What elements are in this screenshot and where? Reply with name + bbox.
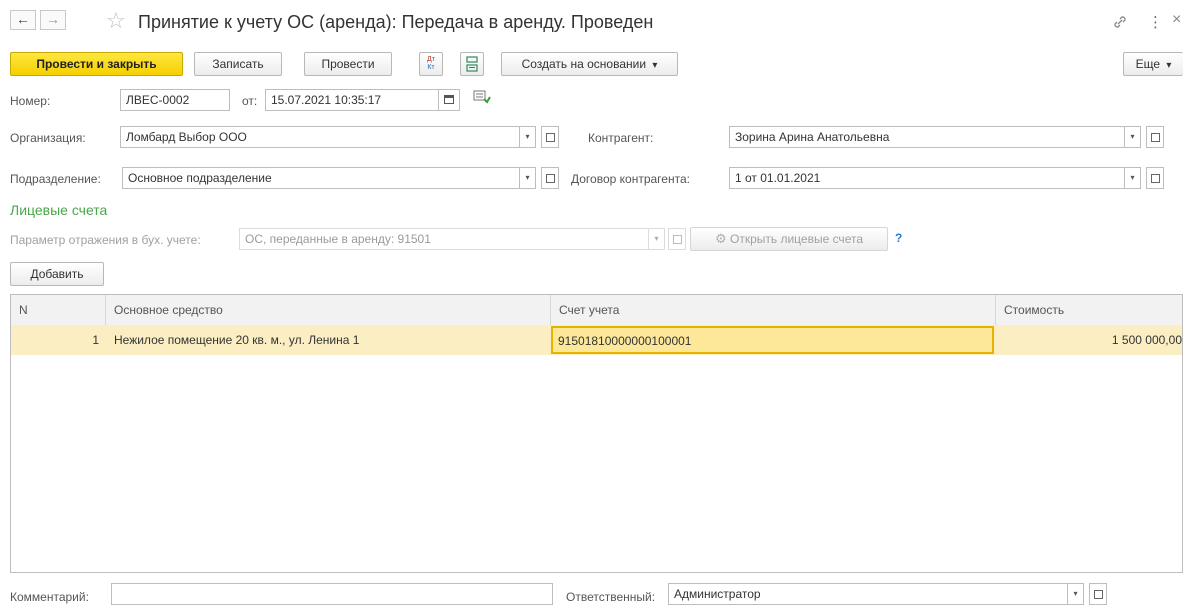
- department-dropdown-icon[interactable]: ▾: [520, 167, 536, 189]
- number-field[interactable]: ЛВЕС-0002: [120, 89, 230, 111]
- column-header-asset[interactable]: Основное средство: [106, 295, 551, 325]
- accounting-param-field: ОС, переданные в аренду: 91501: [239, 228, 649, 250]
- more-label: Еще: [1135, 57, 1161, 71]
- create-based-on-button[interactable]: Создать на основании ▾: [501, 52, 678, 76]
- column-header-account[interactable]: Счет учета: [551, 295, 996, 325]
- contractor-dropdown-icon[interactable]: ▾: [1125, 126, 1141, 148]
- chevron-down-icon: ▾: [1166, 60, 1172, 71]
- contractor-label: Контрагент:: [588, 131, 654, 145]
- write-button[interactable]: Записать: [194, 52, 282, 76]
- organization-dropdown-icon[interactable]: ▾: [520, 126, 536, 148]
- department-open-button[interactable]: [541, 167, 559, 189]
- post-button[interactable]: Провести: [304, 52, 392, 76]
- post-and-close-button[interactable]: Провести и закрыть: [10, 52, 183, 76]
- dt-kt-icon: Дт Кт: [427, 56, 435, 71]
- open-icon: [672, 235, 682, 244]
- comment-label: Комментарий:: [10, 590, 89, 604]
- open-icon: [545, 174, 555, 183]
- assets-table[interactable]: N Основное средство Счет учета Стоимость…: [10, 294, 1183, 573]
- structure-button[interactable]: [460, 52, 484, 76]
- accounting-param-open-button: [668, 228, 686, 250]
- window-title: Принятие к учету ОС (аренда): Передача в…: [138, 12, 654, 32]
- chevron-down-icon: ▾: [652, 60, 658, 71]
- department-label: Подразделение:: [10, 172, 101, 186]
- column-header-n[interactable]: N: [11, 295, 106, 325]
- calendar-button[interactable]: [438, 89, 460, 111]
- more-button[interactable]: Еще ▾: [1123, 52, 1183, 76]
- arrow-left-icon: ←: [16, 11, 30, 27]
- calendar-icon: [444, 95, 454, 104]
- more-actions-icon[interactable]: ⋮: [1148, 13, 1163, 31]
- link-icon[interactable]: [1112, 14, 1128, 33]
- organization-open-button[interactable]: [541, 126, 559, 148]
- add-row-button[interactable]: Добавить: [10, 262, 104, 286]
- organization-field[interactable]: Ломбард Выбор ООО: [120, 126, 520, 148]
- table-row[interactable]: 1 Нежилое помещение 20 кв. м., ул. Ленин…: [11, 325, 1182, 355]
- date-field[interactable]: 15.07.2021 10:35:17: [265, 89, 439, 111]
- open-icon: [1093, 590, 1103, 599]
- responsible-dropdown-icon[interactable]: ▾: [1068, 583, 1084, 605]
- forward-button[interactable]: →: [40, 10, 66, 30]
- contract-field[interactable]: 1 от 01.01.2021: [729, 167, 1125, 189]
- responsible-label: Ответственный:: [566, 590, 656, 604]
- responsible-open-button[interactable]: [1089, 583, 1107, 605]
- accounting-param-label: Параметр отражения в бух. учете:: [10, 233, 201, 247]
- open-icon: [1150, 133, 1160, 142]
- favorite-star-icon[interactable]: ☆: [106, 8, 126, 34]
- organization-label: Организация:: [10, 131, 86, 145]
- cell-n[interactable]: 1: [11, 325, 99, 355]
- help-icon[interactable]: ?: [895, 231, 902, 245]
- cell-cost[interactable]: 1 500 000,00: [996, 325, 1182, 355]
- create-based-on-label: Создать на основании: [521, 57, 647, 71]
- open-icon: [545, 133, 555, 142]
- arrow-right-icon: →: [46, 11, 60, 27]
- cell-asset[interactable]: Нежилое помещение 20 кв. м., ул. Ленина …: [114, 325, 549, 355]
- responsible-field[interactable]: Администратор: [668, 583, 1068, 605]
- department-field[interactable]: Основное подразделение: [122, 167, 520, 189]
- gear-icon: ⚙: [714, 231, 727, 246]
- number-label: Номер:: [10, 94, 51, 108]
- accounts-section-title: Лицевые счета: [10, 202, 108, 218]
- dt-kt-button[interactable]: Дт Кт: [419, 52, 443, 76]
- comment-field[interactable]: [111, 583, 553, 605]
- contractor-open-button[interactable]: [1146, 126, 1164, 148]
- cell-account[interactable]: 91501810000000100001: [551, 326, 994, 354]
- contract-open-button[interactable]: [1146, 167, 1164, 189]
- structure-icon: [466, 56, 478, 72]
- open-personal-accounts-button[interactable]: ⚙ Открыть лицевые счета: [690, 227, 888, 251]
- open-personal-accounts-label: Открыть лицевые счета: [729, 232, 863, 246]
- accounting-param-dropdown-icon: ▾: [649, 228, 665, 250]
- back-button[interactable]: ←: [10, 10, 36, 30]
- print-status-icon[interactable]: [473, 89, 491, 108]
- table-header: N Основное средство Счет учета Стоимость: [11, 295, 1182, 326]
- date-label: от:: [242, 94, 258, 108]
- contract-dropdown-icon[interactable]: ▾: [1125, 167, 1141, 189]
- open-icon: [1150, 174, 1160, 183]
- contractor-field[interactable]: Зорина Арина Анатольевна: [729, 126, 1125, 148]
- column-header-cost[interactable]: Стоимость: [996, 295, 1182, 325]
- close-icon[interactable]: ×: [1172, 11, 1181, 29]
- contract-label: Договор контрагента:: [571, 172, 690, 186]
